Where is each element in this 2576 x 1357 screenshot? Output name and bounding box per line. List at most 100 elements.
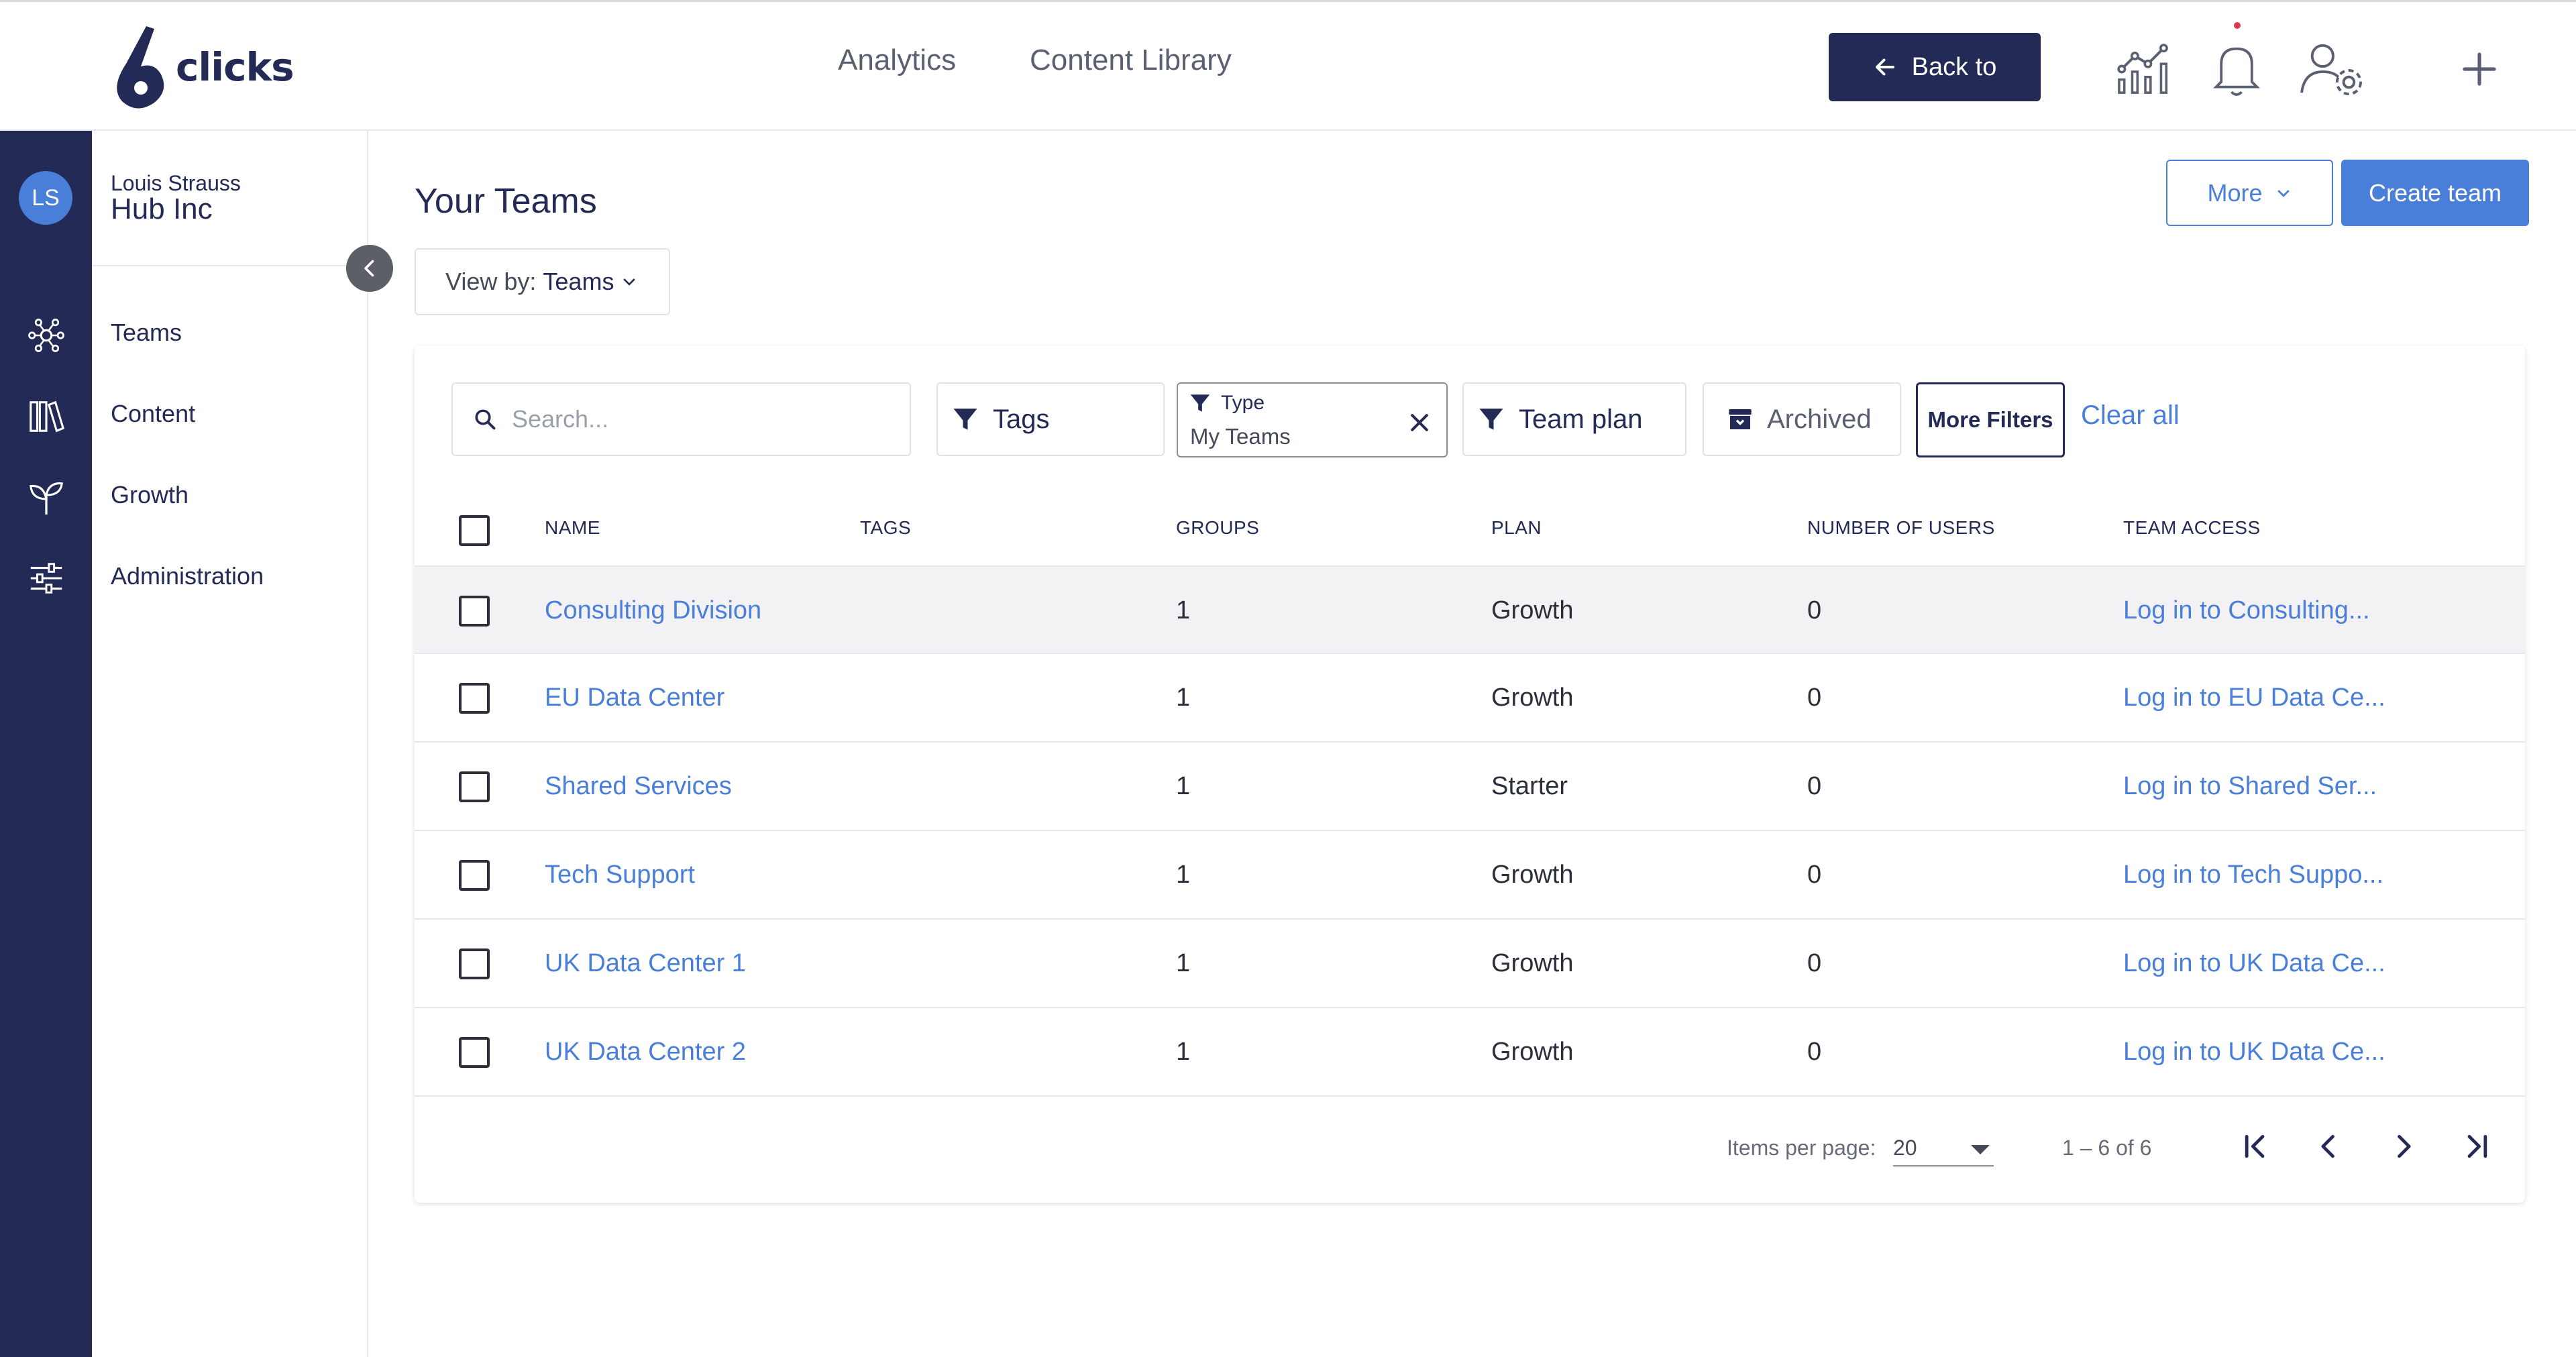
team-name-link[interactable]: Shared Services [545, 772, 732, 801]
team-groups: 1 [1176, 684, 1191, 712]
teams-network-icon[interactable] [27, 316, 66, 355]
content-library-icon[interactable] [27, 397, 66, 436]
logo-mark-icon [117, 26, 164, 109]
more-filters-button[interactable]: More Filters [1916, 382, 2065, 457]
table-row[interactable]: Tech Support 1 Growth 0 Log in to Tech S… [415, 831, 2525, 920]
tags-filter-button[interactable]: Tags [936, 382, 1165, 456]
search-icon [475, 409, 496, 430]
view-by-prefix: View by: [445, 268, 537, 295]
team-name-link[interactable]: EU Data Center [545, 684, 724, 712]
administration-sliders-icon[interactable] [27, 559, 66, 598]
row-checkbox[interactable] [459, 771, 490, 802]
clear-all-link[interactable]: Clear all [2081, 400, 2180, 431]
team-access-link[interactable]: Log in to Consulting... [2123, 596, 2370, 625]
items-per-page-select[interactable]: 20 [1893, 1129, 1994, 1166]
growth-sprout-icon[interactable] [27, 478, 66, 517]
avatar[interactable]: LS [19, 171, 72, 225]
plus-icon[interactable] [2446, 36, 2513, 103]
select-all-checkbox[interactable] [459, 515, 490, 546]
table-row[interactable]: UK Data Center 2 1 Growth 0 Log in to UK… [415, 1008, 2525, 1097]
chevron-left-icon [2321, 1134, 2334, 1158]
column-header-number-of-users[interactable]: NUMBER OF USERS [1807, 517, 1995, 539]
organization-name[interactable]: Hub Inc [111, 193, 213, 226]
close-icon[interactable] [1407, 411, 1432, 435]
team-access-link[interactable]: Log in to EU Data Ce... [2123, 684, 2385, 712]
teams-table-card: Tags Type My Teams Team plan Archived Mo… [415, 345, 2525, 1203]
team-access-link[interactable]: Log in to Tech Suppo... [2123, 861, 2383, 889]
sidebar-item-teams[interactable]: Teams [111, 319, 182, 347]
last-page-button[interactable] [2453, 1122, 2501, 1171]
table-row[interactable]: Consulting Division 1 Growth 0 Log in to… [415, 565, 2525, 654]
left-icon-rail: LS [0, 131, 92, 1357]
bell-icon[interactable] [2203, 36, 2270, 103]
column-header-groups[interactable]: GROUPS [1176, 517, 1259, 539]
team-plan: Growth [1491, 596, 1574, 625]
more-label: More [2207, 178, 2263, 207]
chevron-down-icon [2277, 189, 2290, 197]
team-users-count: 0 [1807, 684, 1822, 712]
team-name-link[interactable]: Consulting Division [545, 596, 761, 625]
archived-filter-button[interactable]: Archived [1703, 382, 1901, 456]
nav-content-library[interactable]: Content Library [1030, 44, 1232, 77]
column-header-name[interactable]: NAME [545, 517, 600, 539]
top-navigation-bar: clicks Analytics Content Library Back to [0, 0, 2576, 131]
table-row[interactable]: Shared Services 1 Starter 0 Log in to Sh… [415, 743, 2525, 831]
team-access-link[interactable]: Log in to Shared Ser... [2123, 772, 2377, 801]
page-title: Your Teams [415, 182, 597, 221]
team-users-count: 0 [1807, 1038, 1822, 1066]
row-checkbox[interactable] [459, 948, 490, 979]
team-plan-filter-label: Team plan [1519, 404, 1643, 434]
row-checkbox[interactable] [459, 1037, 490, 1068]
team-groups: 1 [1176, 772, 1191, 800]
back-to-label: Back to [1911, 52, 1997, 81]
back-to-button[interactable]: Back to [1829, 33, 2041, 101]
sidebar-item-administration[interactable]: Administration [111, 562, 264, 590]
table-row[interactable]: UK Data Center 1 1 Growth 0 Log in to UK… [415, 920, 2525, 1008]
search-input[interactable] [512, 405, 888, 433]
items-per-page-value: 20 [1893, 1136, 1917, 1160]
team-name-link[interactable]: UK Data Center 2 [545, 1038, 746, 1067]
table-row[interactable]: EU Data Center 1 Growth 0 Log in to EU D… [415, 654, 2525, 743]
first-page-button[interactable] [2231, 1122, 2279, 1171]
nav-analytics[interactable]: Analytics [838, 44, 956, 77]
view-by-dropdown[interactable]: View by: Teams [415, 248, 670, 315]
user-settings-icon[interactable] [2298, 36, 2365, 103]
team-name-link[interactable]: UK Data Center 1 [545, 949, 746, 978]
collapse-sidebar-button[interactable] [346, 245, 393, 292]
team-users-count: 0 [1807, 772, 1822, 800]
analytics-chart-icon[interactable] [2112, 36, 2179, 103]
team-plan: Starter [1491, 772, 1568, 800]
column-header-tags[interactable]: TAGS [860, 517, 911, 539]
column-header-team-access[interactable]: TEAM ACCESS [2123, 517, 2261, 539]
last-page-icon [2467, 1134, 2487, 1158]
archived-filter-label: Archived [1767, 404, 1872, 434]
row-checkbox[interactable] [459, 683, 490, 714]
sidebar-item-content[interactable]: Content [111, 400, 195, 428]
create-team-button[interactable]: Create team [2341, 160, 2529, 226]
team-groups: 1 [1176, 1038, 1191, 1066]
team-users-count: 0 [1807, 596, 1822, 625]
notification-dot [2234, 22, 2241, 29]
search-field[interactable] [451, 382, 911, 456]
type-filter-chip[interactable]: Type My Teams [1177, 382, 1448, 457]
column-header-plan[interactable]: PLAN [1491, 517, 1542, 539]
row-checkbox[interactable] [459, 596, 490, 627]
previous-page-button[interactable] [2305, 1122, 2353, 1171]
team-groups: 1 [1176, 949, 1191, 977]
row-checkbox[interactable] [459, 860, 490, 891]
team-groups: 1 [1176, 861, 1191, 889]
team-access-link[interactable]: Log in to UK Data Ce... [2123, 1038, 2385, 1067]
team-plan-filter-button[interactable]: Team plan [1462, 382, 1686, 456]
team-access-link[interactable]: Log in to UK Data Ce... [2123, 949, 2385, 978]
more-button[interactable]: More [2166, 160, 2333, 226]
filter-funnel-icon [1190, 394, 1210, 412]
six-clicks-logo[interactable]: clicks [107, 23, 294, 111]
team-users-count: 0 [1807, 949, 1822, 977]
first-page-icon [2245, 1134, 2265, 1158]
tags-filter-label: Tags [993, 404, 1050, 434]
sidebar-item-growth[interactable]: Growth [111, 481, 189, 509]
filter-funnel-icon [953, 409, 977, 430]
next-page-button[interactable] [2379, 1122, 2427, 1171]
team-groups: 1 [1176, 596, 1191, 625]
team-name-link[interactable]: Tech Support [545, 861, 695, 889]
